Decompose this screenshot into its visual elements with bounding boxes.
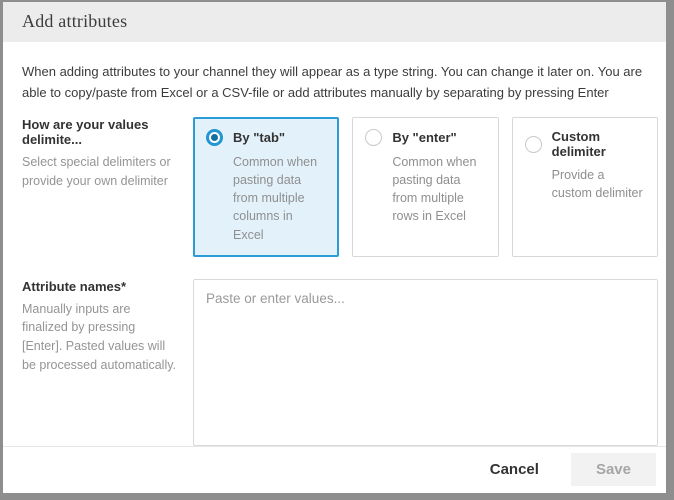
delimiter-option-tab[interactable]: By "tab" Common when pasting data from m… bbox=[193, 117, 339, 257]
attribute-names-field-label: Attribute names* bbox=[22, 279, 179, 294]
attribute-names-control bbox=[193, 279, 658, 446]
delimiter-option-tab-desc: Common when pasting data from multiple c… bbox=[233, 153, 326, 244]
add-attributes-dialog: Add attributes When adding attributes to… bbox=[0, 0, 674, 500]
delimiter-option-tab-head: By "tab" bbox=[206, 129, 326, 146]
attribute-names-label-column: Attribute names* Manually inputs are fin… bbox=[22, 279, 193, 375]
radio-dot bbox=[211, 134, 218, 141]
delimiter-label-column: How are your values delimite... Select s… bbox=[22, 117, 193, 191]
radio-unselected-icon[interactable] bbox=[365, 129, 382, 146]
delimiter-row: How are your values delimite... Select s… bbox=[22, 117, 658, 257]
dialog-title: Add attributes bbox=[22, 11, 647, 32]
delimiter-option-custom-head: Custom delimiter bbox=[525, 129, 645, 159]
attribute-values-textarea[interactable] bbox=[193, 279, 658, 446]
delimiter-option-enter-title: By "enter" bbox=[392, 130, 456, 145]
delimiter-option-custom-title: Custom delimiter bbox=[552, 129, 645, 159]
attribute-names-field-help: Manually inputs are finalized by pressin… bbox=[22, 300, 179, 375]
delimiter-option-enter-desc: Common when pasting data from multiple r… bbox=[392, 153, 485, 226]
dialog-intro-text: When adding attributes to your channel t… bbox=[22, 61, 658, 103]
delimiter-options: By "tab" Common when pasting data from m… bbox=[193, 117, 658, 257]
delimiter-option-custom[interactable]: Custom delimiter Provide a custom delimi… bbox=[512, 117, 658, 257]
radio-unselected-icon[interactable] bbox=[525, 136, 542, 153]
delimiter-option-cards: By "tab" Common when pasting data from m… bbox=[193, 117, 658, 257]
cancel-button[interactable]: Cancel bbox=[486, 455, 543, 484]
dialog-titlebar: Add attributes bbox=[3, 2, 666, 42]
save-button[interactable]: Save bbox=[571, 453, 656, 486]
dialog-footer: Cancel Save bbox=[3, 446, 666, 493]
attribute-names-row: Attribute names* Manually inputs are fin… bbox=[22, 279, 658, 446]
dialog-body: When adding attributes to your channel t… bbox=[3, 42, 666, 446]
delimiter-option-tab-title: By "tab" bbox=[233, 130, 285, 145]
delimiter-option-enter[interactable]: By "enter" Common when pasting data from… bbox=[352, 117, 498, 257]
delimiter-option-custom-desc: Provide a custom delimiter bbox=[552, 166, 645, 202]
radio-selected-icon[interactable] bbox=[206, 129, 223, 146]
delimiter-field-help: Select special delimiters or provide you… bbox=[22, 153, 179, 191]
delimiter-option-enter-head: By "enter" bbox=[365, 129, 485, 146]
delimiter-field-label: How are your values delimite... bbox=[22, 117, 179, 147]
